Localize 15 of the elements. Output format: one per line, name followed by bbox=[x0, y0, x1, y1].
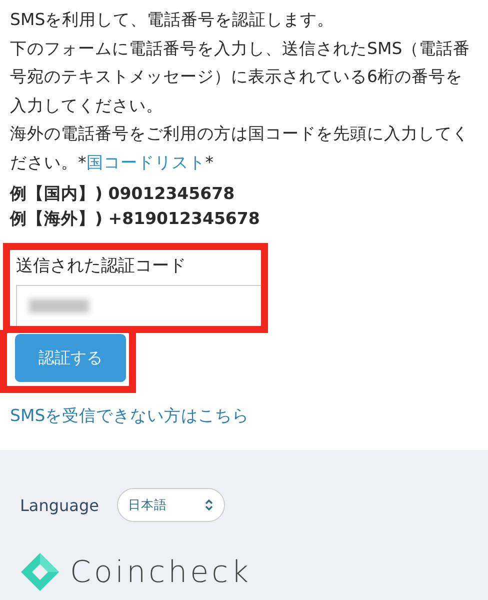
instruction-text: 下のフォームに電話番号を入力し、送信されたSMS（電話番号宛のテキストメッセージ）に表示されている6桁の番号を入力してください。 bbox=[10, 38, 472, 116]
example-text: 例【国内】) 09012345678 bbox=[10, 183, 236, 205]
verify-button[interactable]: 認証する bbox=[15, 334, 126, 382]
language-select[interactable]: 日本語 bbox=[116, 488, 225, 522]
field-label: 送信された認証コード bbox=[16, 255, 187, 278]
up-down-chevron-icon bbox=[204, 498, 214, 512]
language-label: Language bbox=[20, 496, 99, 514]
example-text: 例【海外】) +819012345678 bbox=[10, 208, 261, 230]
brand-name: Coincheck bbox=[70, 554, 252, 590]
instruction-text: 海外の電話番号をご利用の方は国コードを先頭に入力してください。*国コードリスト* bbox=[10, 123, 470, 174]
help-link[interactable]: SMSを受信できない方はこちら bbox=[10, 405, 250, 427]
instruction-text: SMSを利用して、電話番号を認証します。 bbox=[10, 9, 336, 31]
input-field[interactable] bbox=[16, 285, 261, 326]
diamond-logo-icon bbox=[20, 552, 60, 592]
country-code-link[interactable]: 国コードリスト bbox=[86, 152, 206, 172]
